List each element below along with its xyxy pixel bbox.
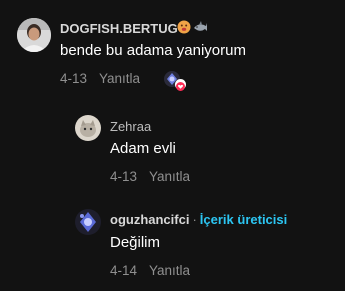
creator-avatar-icon: [75, 209, 101, 235]
comment-date: 4-13: [60, 71, 88, 86]
reply-button[interactable]: Yanıtla: [149, 169, 190, 184]
comment-username[interactable]: oguzhancifci: [110, 212, 189, 227]
heart-icon: [175, 79, 186, 91]
creator-avatar[interactable]: [75, 209, 101, 235]
creator-label: İçerik üreticisi: [199, 212, 288, 227]
comment-meta: 4-13 Yanıtla: [60, 71, 140, 86]
user-avatar[interactable]: [17, 18, 51, 52]
creator-username-line: oguzhancifci · İçerik üreticisi: [110, 212, 287, 227]
reply-button[interactable]: Yanıtla: [149, 263, 190, 278]
comment-text: Adam evli: [110, 140, 176, 157]
separator-dot: ·: [192, 212, 197, 227]
comment-username[interactable]: Zehraa: [110, 119, 151, 134]
comment-username[interactable]: DOGFISH.BERTUG: [60, 21, 178, 36]
person-avatar-icon: [17, 18, 51, 52]
creator-liked-badge: [164, 69, 188, 91]
comment-text: bende bu adama yaniyorum: [60, 42, 246, 59]
comment-date: 4-14: [110, 263, 138, 278]
comment-text: Değilim: [110, 234, 161, 251]
cat-avatar-icon: [75, 115, 101, 141]
reply-button[interactable]: Yanıtla: [99, 71, 140, 86]
user-avatar[interactable]: [75, 115, 101, 141]
comment-meta: 4-13 Yanıtla: [110, 169, 190, 184]
comment-meta: 4-14 Yanıtla: [110, 263, 190, 278]
comment-date: 4-13: [110, 169, 138, 184]
shark-emoji-icon: [193, 20, 208, 34]
face-emoji-icon: [177, 20, 191, 34]
